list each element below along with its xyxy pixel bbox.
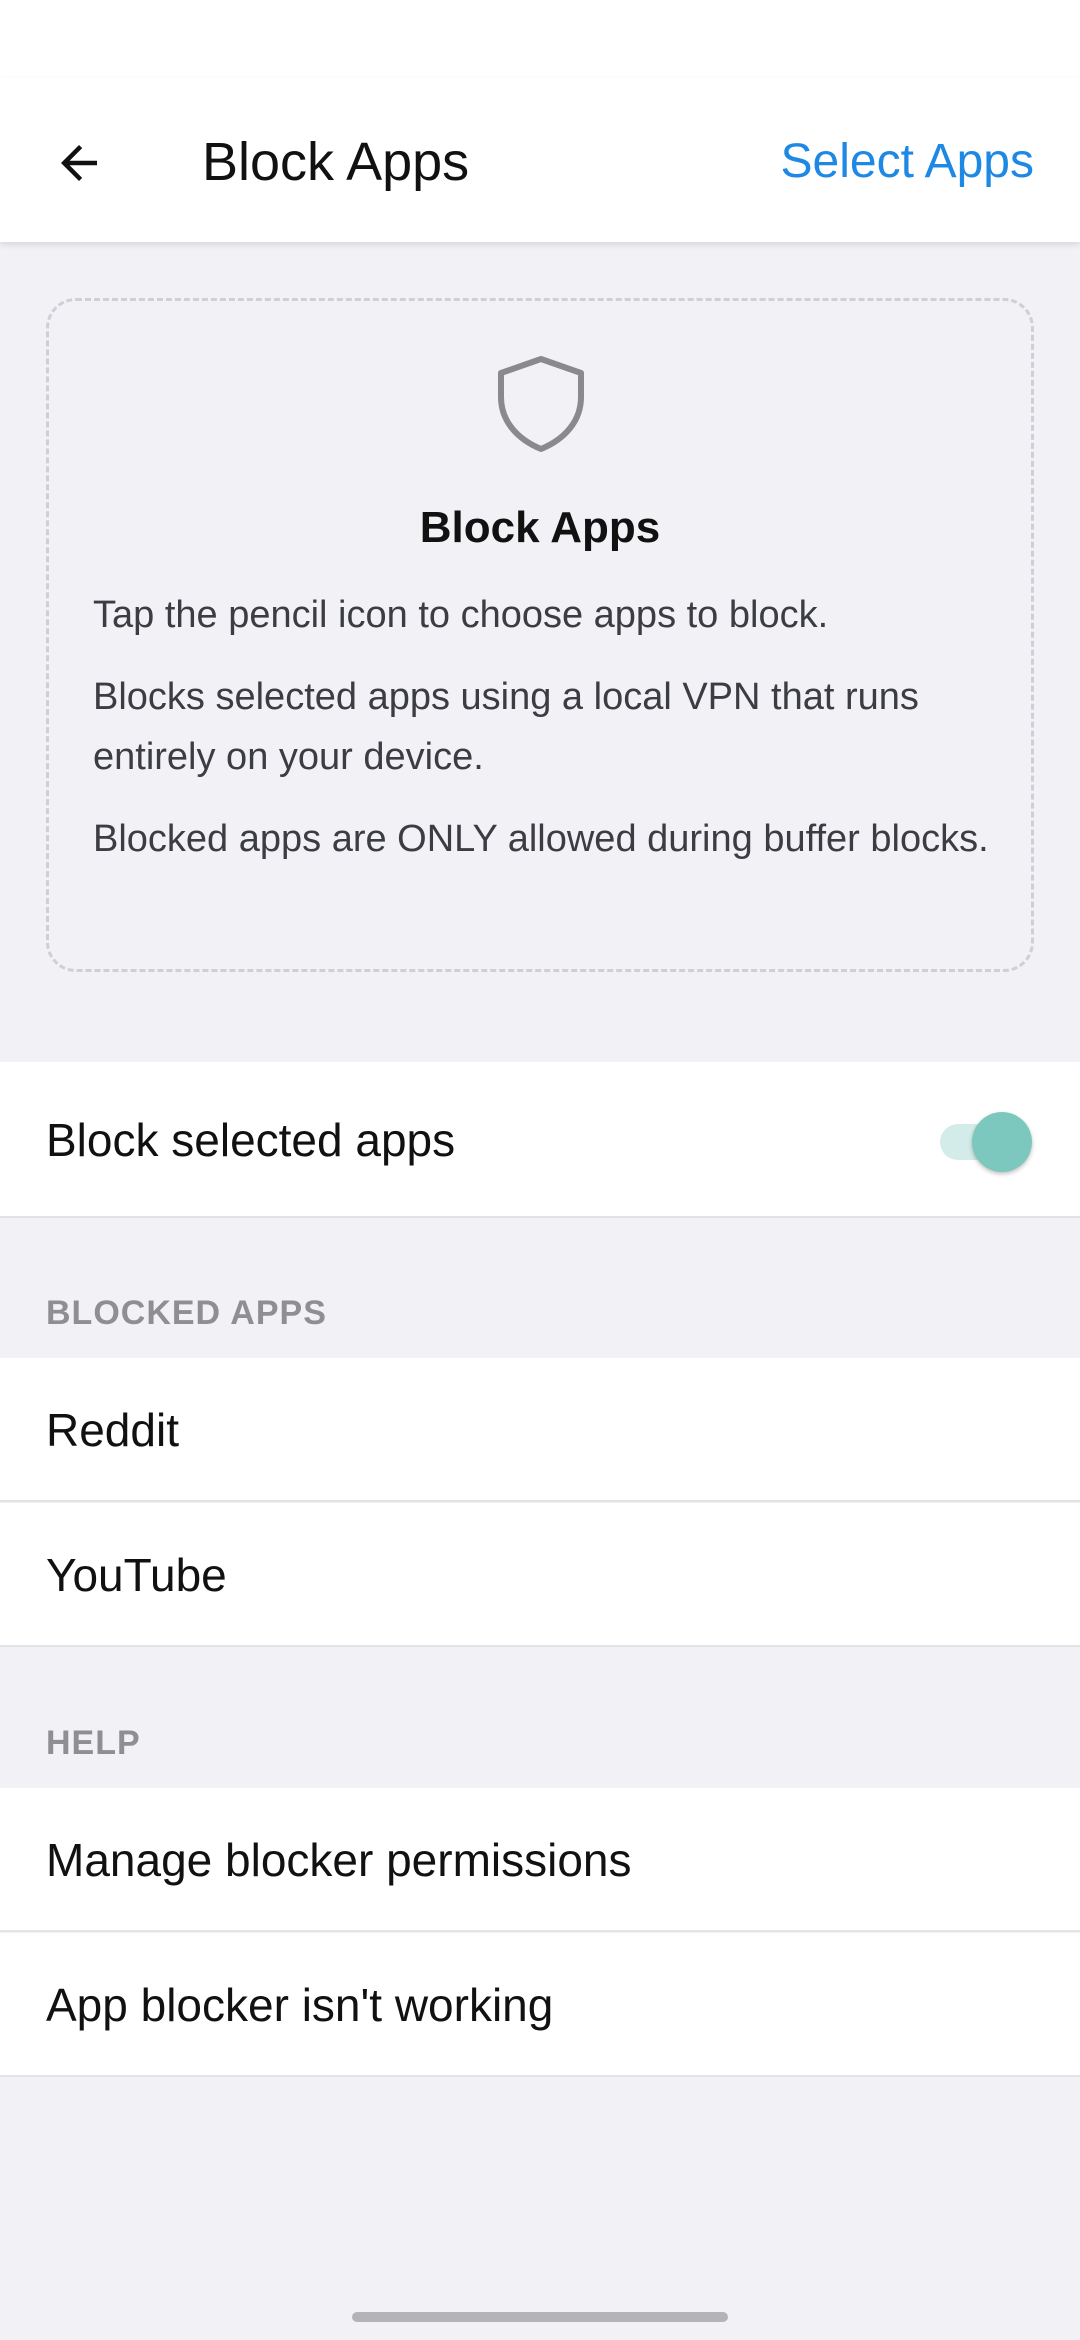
page-title: Block Apps: [202, 132, 470, 192]
arrow-left-icon: [61, 145, 97, 181]
list-item-label: App blocker isn't working: [46, 1979, 554, 2031]
block-apps-toggle[interactable]: [936, 1112, 1032, 1172]
list-item-label: Manage blocker permissions: [46, 1834, 632, 1886]
select-apps-button[interactable]: Select Apps: [781, 132, 1035, 192]
info-card-paragraph: Tap the pencil icon to choose apps to bl…: [93, 594, 829, 636]
info-card-paragraph: Blocked apps are ONLY allowed during buf…: [93, 818, 989, 860]
list-item-label: Reddit: [46, 1404, 179, 1456]
shield-icon: [498, 356, 584, 452]
list-item-reddit[interactable]: Reddit: [0, 1358, 1080, 1502]
help-section-header: HELP: [46, 1724, 141, 1762]
info-card-title: Block Apps: [419, 503, 661, 552]
block-selected-apps-row[interactable]: Block selected apps: [0, 1062, 1080, 1218]
list-item-manage-permissions[interactable]: Manage blocker permissions: [0, 1788, 1080, 1932]
blocked-apps-section-header: BLOCKED APPS: [46, 1294, 327, 1332]
block-selected-apps-label: Block selected apps: [46, 1114, 456, 1166]
toggle-thumb: [972, 1112, 1032, 1172]
list-item-label: YouTube: [46, 1549, 227, 1601]
list-item-youtube[interactable]: YouTube: [0, 1503, 1080, 1647]
info-card-paragraph: Blocks selected apps using a local VPN t…: [93, 676, 919, 778]
back-button[interactable]: [34, 118, 124, 208]
list-item-blocker-not-working[interactable]: App blocker isn't working: [0, 1933, 1080, 2077]
info-card: Block Apps Tap the pencil icon to choose…: [46, 298, 1034, 972]
status-bar: [0, 0, 1080, 78]
home-indicator[interactable]: [352, 2312, 728, 2322]
app-bar: Block Apps Select Apps: [0, 78, 1080, 242]
